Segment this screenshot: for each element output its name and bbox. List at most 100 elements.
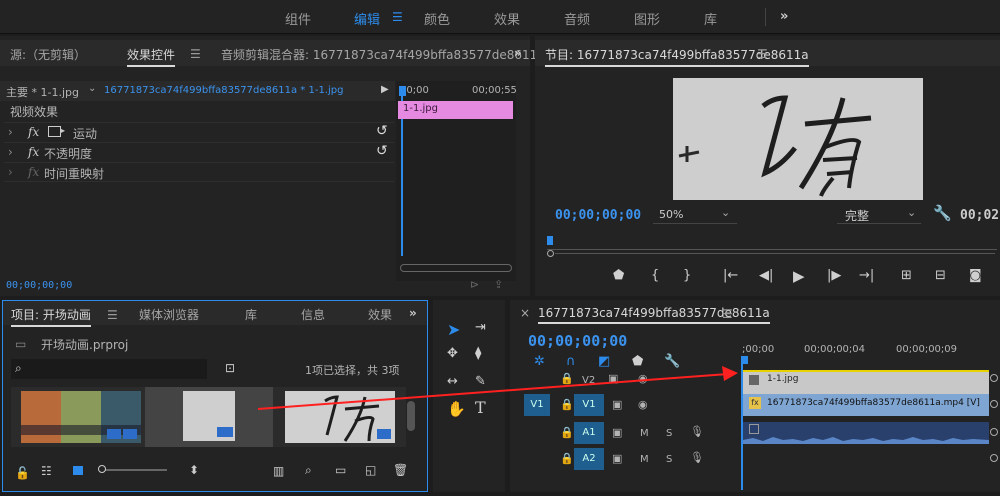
thumbnail-selected[interactable]: [145, 387, 273, 447]
chevron-right-icon[interactable]: ›: [8, 145, 13, 159]
eye-icon[interactable]: ◉: [638, 372, 648, 385]
marker-icon[interactable]: ⬟: [613, 268, 624, 283]
export-icon[interactable]: ⇪: [494, 278, 503, 291]
reset-icon[interactable]: ↺: [376, 143, 388, 159]
solo-button[interactable]: S: [666, 454, 672, 465]
tab-info[interactable]: 信息: [301, 306, 325, 323]
sync-lock-icon[interactable]: ▣: [612, 426, 622, 439]
program-ruler[interactable]: [547, 236, 997, 250]
track-select-tool-icon[interactable]: ⇥: [475, 320, 486, 335]
step-back-icon[interactable]: ◀|: [759, 268, 773, 283]
eye-icon[interactable]: ◉: [638, 398, 648, 411]
quality-select[interactable]: 完整 ⌄: [837, 206, 921, 224]
timeline-timecode[interactable]: 00;00;00;00: [528, 332, 627, 350]
play-icon[interactable]: ▶: [793, 267, 805, 285]
tab-sequence[interactable]: 16771873ca74f499bffa83577de8611a: [538, 306, 770, 324]
workspace-editing[interactable]: 编辑: [354, 9, 380, 28]
clip-image[interactable]: 1-1.jpg: [743, 370, 989, 394]
scroll-handle[interactable]: [990, 428, 998, 436]
thumbnail-video[interactable]: [21, 391, 141, 443]
step-forward-icon[interactable]: |▶: [827, 268, 841, 283]
find-icon[interactable]: ⌕: [305, 463, 312, 478]
fx-icon[interactable]: fx: [28, 145, 39, 159]
more-tabs-button[interactable]: »: [409, 306, 417, 320]
mute-button[interactable]: M: [640, 428, 649, 439]
menu-icon[interactable]: ☰: [107, 308, 118, 322]
track-target[interactable]: V1: [574, 394, 604, 416]
slider-handle[interactable]: [98, 465, 106, 473]
clip-audio[interactable]: [743, 422, 989, 444]
settings-wrench-icon[interactable]: 🔧: [664, 354, 680, 369]
menu-icon[interactable]: ☰: [392, 10, 403, 24]
more-tabs-button[interactable]: »: [514, 46, 522, 60]
workspace-audio[interactable]: 音频: [564, 9, 590, 28]
effect-row-motion[interactable]: › fx ▸ 运动 ↺: [4, 122, 394, 142]
reset-icon[interactable]: ↺: [376, 123, 388, 139]
scroll-handle[interactable]: [990, 454, 998, 462]
selection-tool-icon[interactable]: ➤: [447, 320, 460, 339]
chevron-down-icon[interactable]: ⌄: [88, 83, 96, 94]
track-target[interactable]: A2: [574, 448, 604, 470]
go-to-out-icon[interactable]: →|: [859, 268, 874, 283]
extract-icon[interactable]: ⊟: [935, 268, 946, 283]
workspace-libraries[interactable]: 库: [704, 9, 717, 28]
mark-in-icon[interactable]: {: [651, 268, 659, 283]
menu-icon[interactable]: ☰: [757, 47, 768, 61]
linked-selection-icon[interactable]: ◩: [598, 354, 610, 369]
master-clip-label[interactable]: 主要 * 1-1.jpg: [6, 84, 79, 100]
tab-media-browser[interactable]: 媒体浏览器: [139, 306, 199, 323]
slip-tool-icon[interactable]: ↔: [447, 374, 458, 389]
fx-icon[interactable]: fx: [28, 125, 39, 139]
razor-tool-icon[interactable]: ⧫: [475, 346, 481, 361]
go-to-in-icon[interactable]: |←: [723, 268, 738, 283]
microphone-icon[interactable]: 🎙: [690, 425, 704, 438]
workspace-graphics[interactable]: 图形: [634, 9, 660, 28]
thumbnail-image[interactable]: [285, 391, 395, 443]
timeline-ruler[interactable]: ;00;00 00;00;00;04 00;00;00;09: [740, 342, 1000, 364]
scrollbar-handle[interactable]: [547, 250, 554, 257]
film-icon[interactable]: ▣: [612, 398, 622, 411]
trash-icon[interactable]: 🗑: [393, 463, 408, 477]
tab-project[interactable]: 项目: 开场动画: [11, 306, 91, 327]
new-bin-icon[interactable]: ▭: [335, 463, 346, 477]
type-tool-icon[interactable]: T: [475, 398, 486, 417]
lock-icon[interactable]: 🔒: [560, 426, 574, 439]
transform-icon[interactable]: [48, 126, 61, 137]
add-marker-icon[interactable]: ⬟: [632, 354, 643, 369]
track-target[interactable]: A1: [574, 422, 604, 444]
menu-icon[interactable]: ☰: [190, 47, 201, 61]
zoom-scrollbar[interactable]: [400, 264, 512, 272]
lock-icon[interactable]: 🔓: [15, 466, 30, 480]
film-icon[interactable]: ▣: [608, 372, 618, 385]
workspace-assembly[interactable]: 组件: [285, 9, 311, 28]
lift-icon[interactable]: ⊞: [901, 268, 912, 283]
new-item-icon[interactable]: ◱: [365, 463, 376, 477]
wrench-icon[interactable]: 🔧: [933, 204, 952, 222]
snap-nest-icon[interactable]: ✲: [534, 354, 545, 369]
lock-icon[interactable]: 🔒: [560, 372, 574, 385]
search-input[interactable]: ⌕: [11, 359, 207, 379]
play-icon[interactable]: ▶: [381, 84, 389, 95]
clip-bar[interactable]: 1-1.jpg: [398, 101, 513, 119]
sequence-clip-label[interactable]: 16771873ca74f499bffa83577de8611a * 1-1.j…: [104, 85, 343, 96]
filter-icon[interactable]: ⊳: [470, 278, 479, 291]
effect-row-time-remap[interactable]: › fx 时间重映射: [4, 162, 394, 182]
sort-icon[interactable]: ⬍: [189, 463, 199, 477]
track-label[interactable]: V2: [582, 375, 595, 386]
tab-program[interactable]: 节目: 16771873ca74f499bffa83577de8611a: [545, 46, 809, 67]
microphone-icon[interactable]: 🎙: [690, 451, 704, 464]
playhead[interactable]: [741, 356, 748, 364]
playhead[interactable]: [547, 236, 553, 245]
mark-out-icon[interactable]: }: [683, 268, 691, 283]
program-preview[interactable]: [673, 78, 923, 200]
scroll-handle[interactable]: [990, 374, 998, 382]
new-bin-search-icon[interactable]: ⊡: [225, 361, 235, 375]
zoom-select[interactable]: 50% ⌄: [653, 206, 737, 224]
chevron-right-icon[interactable]: ›: [8, 125, 13, 139]
icon-view-icon[interactable]: [73, 466, 83, 475]
chevron-right-icon[interactable]: ›: [8, 165, 13, 179]
tab-audio-mixer[interactable]: 音频剪辑混合器: 16771873ca74f499bffa83577de8611…: [221, 46, 545, 63]
mute-button[interactable]: M: [640, 454, 649, 465]
list-view-icon[interactable]: ☷: [41, 464, 52, 478]
lock-icon[interactable]: 🔒: [560, 398, 574, 411]
